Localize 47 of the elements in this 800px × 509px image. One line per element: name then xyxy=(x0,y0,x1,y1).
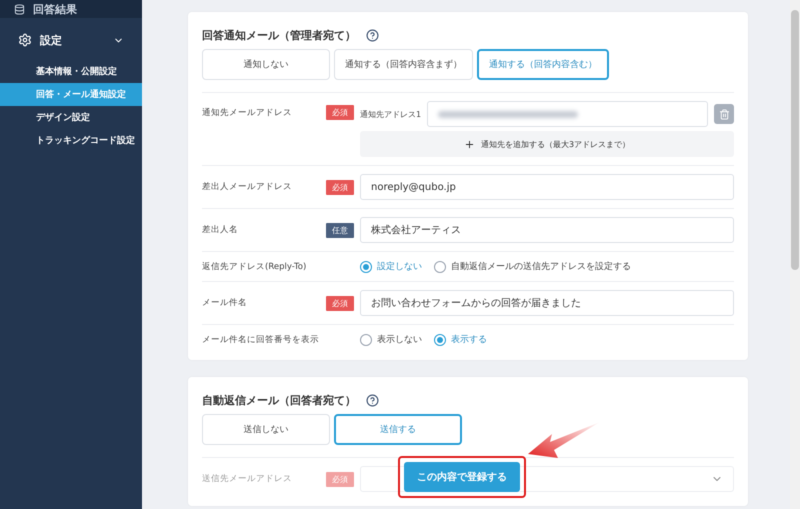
field-label: メール件名 xyxy=(202,297,248,309)
option-toggle[interactable]: 通知する（回答内容含む） xyxy=(477,49,609,80)
field-label: 差出人名 xyxy=(202,224,239,236)
option-toggle[interactable]: 送信する xyxy=(334,414,462,445)
text-field[interactable]: noreply@qubo.jp xyxy=(360,174,734,200)
text-field[interactable]: お問い合わせフォームからの回答が届きました xyxy=(360,290,734,316)
help-icon[interactable] xyxy=(366,29,379,42)
required-tag: 必須 xyxy=(326,472,354,486)
field-label: 返信先アドレス(Reply-To) xyxy=(202,260,308,272)
section-title: 回答通知メール（管理者宛て） xyxy=(202,28,356,43)
radio-button[interactable] xyxy=(434,334,446,346)
plus-icon xyxy=(464,138,475,150)
radio-option[interactable]: 表示しない xyxy=(360,333,422,346)
required-tag: 必須 xyxy=(326,180,354,194)
field-label: 通知先メールアドレス xyxy=(202,107,293,119)
scrollbar-thumb[interactable] xyxy=(791,10,799,270)
settings-icon xyxy=(18,33,32,47)
required-tag: 必須 xyxy=(326,105,354,120)
optional-tag: 任意 xyxy=(326,222,354,238)
pointer-arrow xyxy=(528,420,600,460)
option-toggle[interactable]: 通知する（回答内容含まず） xyxy=(334,49,473,80)
trash-icon xyxy=(718,108,730,120)
text-field[interactable]: 株式会社アーティス xyxy=(360,217,734,243)
address-label: 通知先アドレス1 xyxy=(360,108,422,120)
radio-button[interactable] xyxy=(360,260,372,272)
radio-option[interactable]: 自動返信メールの送信先アドレスを設定する xyxy=(434,260,631,273)
option-toggle[interactable]: 送信しない xyxy=(202,414,330,445)
add-address-button[interactable]: 通知先を追加する（最大3アドレスまで） xyxy=(360,131,734,157)
radio-button[interactable] xyxy=(360,334,372,346)
radio-option[interactable]: 設定しない xyxy=(360,260,422,273)
sidebar-item[interactable]: トラッキングコード設定 xyxy=(0,129,142,152)
field-label: メール件名に回答番号を表示 xyxy=(202,334,320,346)
email-field[interactable] xyxy=(427,101,708,127)
sidebar-item[interactable]: デザイン設定 xyxy=(0,106,142,129)
sidebar-section[interactable]: 設定 xyxy=(0,20,142,60)
section-title: 自動返信メール（回答者宛て） xyxy=(202,393,356,408)
delete-button[interactable] xyxy=(714,104,734,124)
option-toggle[interactable]: 通知しない xyxy=(202,49,330,80)
field-label: 送信先メールアドレス xyxy=(202,473,293,485)
sidebar-item[interactable]: 回答結果 xyxy=(0,0,142,18)
required-tag: 必須 xyxy=(326,296,354,310)
database-icon xyxy=(14,4,25,14)
sidebar-item[interactable]: 基本情報・公開設定 xyxy=(0,60,142,83)
field-label: 差出人メールアドレス xyxy=(202,181,293,193)
help-icon[interactable] xyxy=(366,394,379,407)
radio-option[interactable]: 表示する xyxy=(434,333,487,346)
radio-button[interactable] xyxy=(434,260,446,272)
